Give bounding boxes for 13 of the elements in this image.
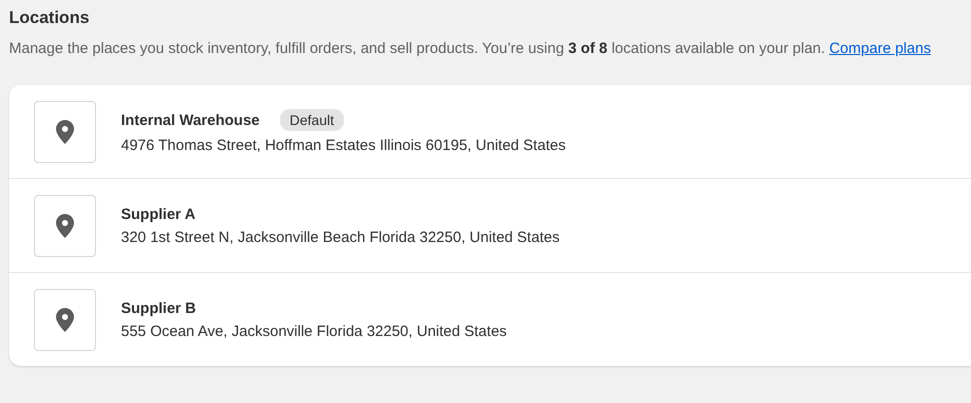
section-title: Locations [9, 8, 90, 28]
location-pin-icon [34, 100, 96, 162]
location-name[interactable]: Supplier A [121, 206, 196, 222]
location-address: 555 Ocean Ave, Jacksonville Florida 32250, United States [121, 322, 507, 340]
default-badge: Default [280, 109, 344, 131]
location-name[interactable]: Supplier B [121, 300, 196, 316]
location-address: 320 1st Street N, Jacksonville Beach Florida 32250, United States [121, 228, 560, 246]
description-text: Manage the places you stock inventory, fulfill orders, and sell products. You’re using 3 of 8 locations available on your plan. Compare plans [9, 39, 932, 59]
location-address: 4976 Thomas Street, Hoffman Estates Illinois 60195, United States [121, 137, 566, 154]
compare-plans-link[interactable]: Compare plans [829, 40, 931, 57]
location-name[interactable]: Internal Warehouse [121, 112, 260, 128]
location-pin-icon [34, 288, 96, 350]
location-pin-icon [34, 194, 96, 256]
